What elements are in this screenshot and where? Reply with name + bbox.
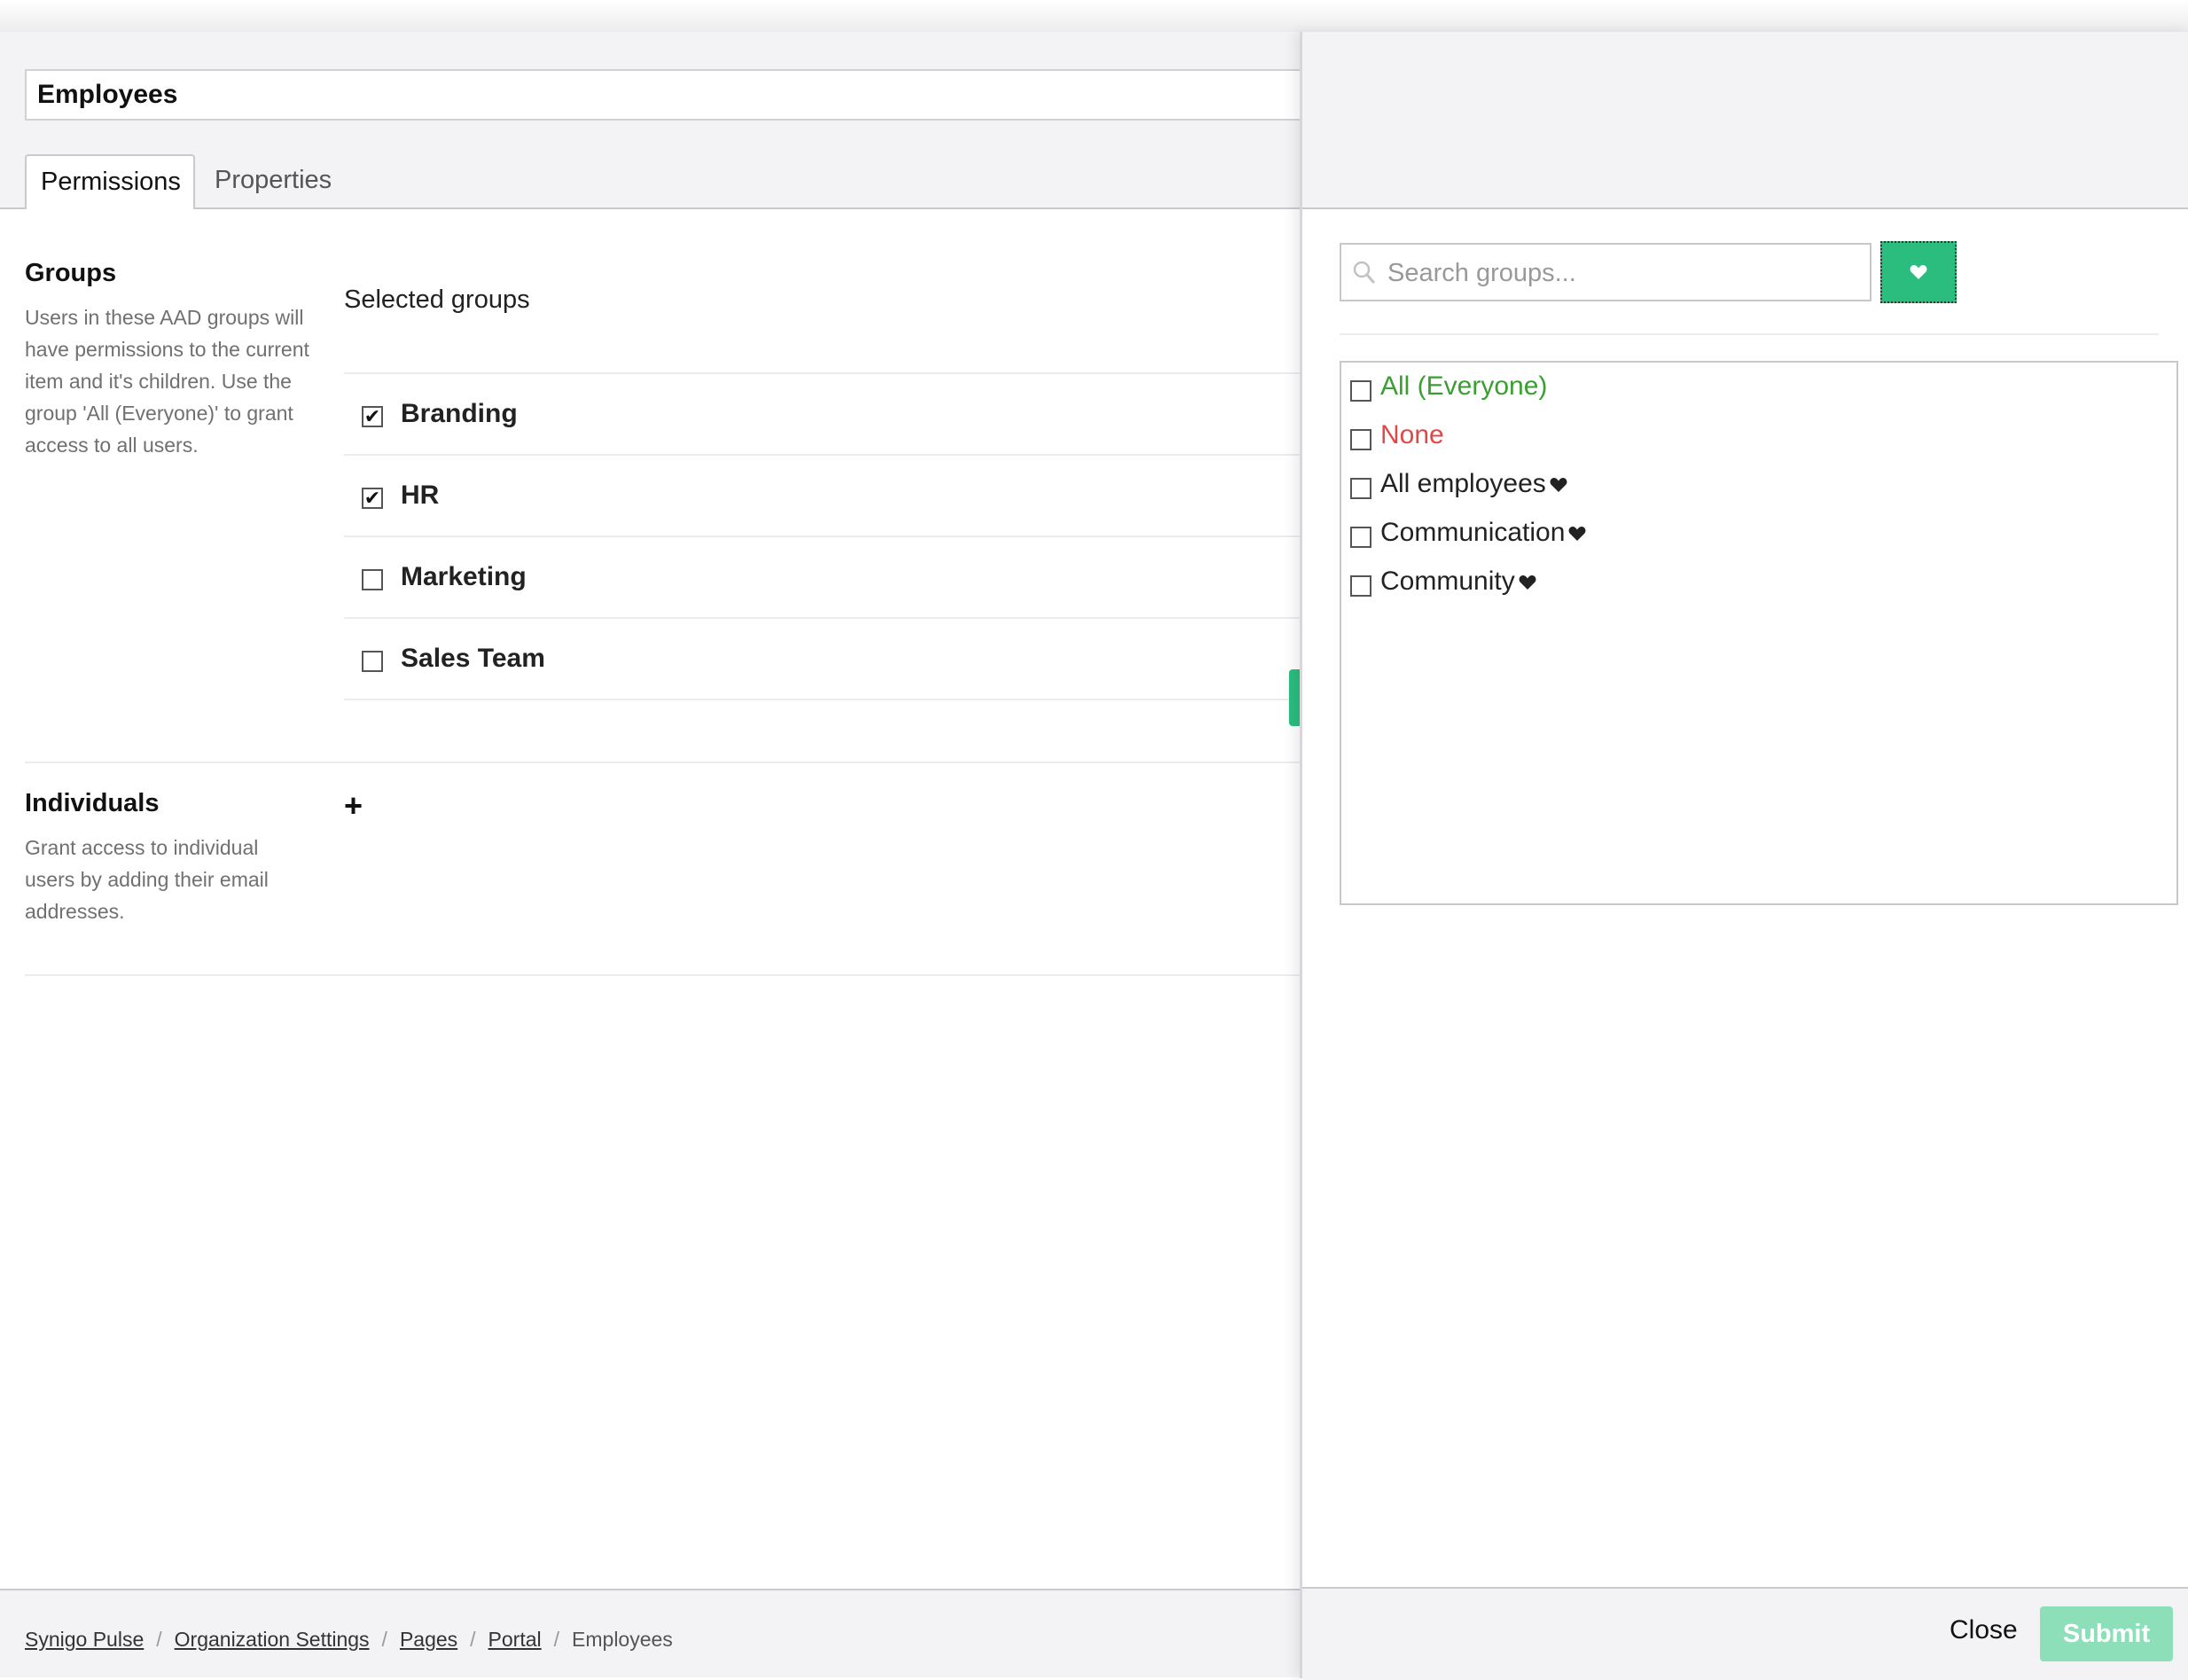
group-checkbox[interactable]	[362, 569, 383, 590]
groups-title: Groups	[25, 259, 117, 287]
search-input[interactable]	[1386, 245, 1868, 301]
group-option-label[interactable]: Communication	[1380, 518, 1586, 548]
section-divider	[25, 762, 1301, 763]
main-content: Permissions Properties Groups Users in t…	[0, 32, 1301, 1677]
group-option-checkbox[interactable]	[1350, 527, 1371, 548]
group-option-label[interactable]: All employees	[1380, 469, 1567, 499]
individuals-title: Individuals	[25, 789, 160, 817]
breadcrumb-current: Employees	[572, 1628, 673, 1651]
heart-icon	[1910, 265, 1927, 279]
individuals-description: Grant access to individual users by addi…	[25, 836, 269, 923]
group-option-text: All (Everyone)	[1380, 371, 1548, 401]
breadcrumb-item-organization-settings[interactable]: Organization Settings	[175, 1628, 370, 1651]
group-option-text: Community	[1380, 567, 1515, 596]
group-row: ✔ Branding	[344, 374, 1301, 454]
group-name: Sales Team	[401, 644, 545, 673]
group-name: Marketing	[401, 562, 527, 591]
close-button[interactable]: Close	[1950, 1615, 2018, 1645]
group-checkbox[interactable]	[362, 651, 383, 672]
group-name: HR	[401, 481, 440, 510]
group-name: Branding	[401, 399, 518, 428]
group-option-label[interactable]: Community	[1380, 567, 1536, 597]
group-option-label[interactable]: All (Everyone)	[1380, 371, 1547, 402]
group-row: Sales Team	[344, 619, 1301, 699]
section-divider-bottom	[25, 974, 1301, 976]
add-individual-button[interactable]: +	[344, 787, 363, 824]
heart-icon	[1568, 527, 1586, 542]
top-bar	[0, 0, 2188, 33]
group-row: ✔ HR	[344, 456, 1301, 535]
groups-description: Users in these AAD groups will have perm…	[25, 306, 309, 457]
breadcrumb-separator: /	[381, 1628, 387, 1651]
group-option-checkbox[interactable]	[1350, 478, 1371, 499]
breadcrumb-item-synigo-pulse[interactable]: Synigo Pulse	[25, 1628, 144, 1651]
plus-icon: +	[344, 787, 363, 824]
group-row: Marketing	[344, 537, 1301, 617]
row-divider	[344, 699, 1301, 700]
breadcrumb: Synigo Pulse / Organization Settings / Pages…	[25, 1628, 673, 1652]
group-checkbox[interactable]: ✔	[362, 488, 383, 509]
page-title-input[interactable]	[25, 69, 1301, 121]
submit-button[interactable]: Submit	[2040, 1606, 2173, 1661]
group-option-checkbox[interactable]	[1350, 429, 1371, 450]
search-icon	[1353, 261, 1375, 284]
breadcrumb-item-pages[interactable]: Pages	[400, 1628, 457, 1651]
selected-groups-label: Selected groups	[344, 285, 530, 314]
group-option-text: None	[1380, 420, 1444, 449]
breadcrumb-bar: Synigo Pulse / Organization Settings / Pages…	[0, 1589, 1301, 1677]
group-checkbox[interactable]: ✔	[362, 406, 383, 427]
heart-icon	[1519, 575, 1536, 590]
panel-footer: Close Submit	[1302, 1587, 2188, 1680]
breadcrumb-item-portal[interactable]: Portal	[488, 1628, 542, 1651]
groups-listbox[interactable]: All (Everyone) None All employees Communica…	[1340, 361, 2178, 905]
group-picker-panel: All (Everyone) None All employees Communica…	[1300, 32, 2188, 1680]
group-option-label[interactable]: None	[1380, 420, 1444, 450]
breadcrumb-separator: /	[156, 1628, 162, 1651]
group-option-text: Communication	[1380, 518, 1566, 547]
breadcrumb-separator: /	[470, 1628, 476, 1651]
group-option-text: All employees	[1380, 469, 1546, 498]
favorites-filter-button[interactable]	[1880, 241, 1957, 303]
group-option-checkbox[interactable]	[1350, 575, 1371, 597]
page-header: Permissions Properties	[0, 32, 1301, 209]
panel-separator	[1340, 333, 2159, 335]
heart-icon	[1550, 478, 1567, 493]
tab-properties[interactable]: Properties	[200, 154, 346, 209]
search-field[interactable]	[1340, 243, 1872, 301]
breadcrumb-separator: /	[553, 1628, 560, 1651]
tab-permissions[interactable]: Permissions	[25, 154, 195, 209]
panel-header	[1302, 32, 2188, 209]
group-option-checkbox[interactable]	[1350, 380, 1371, 402]
